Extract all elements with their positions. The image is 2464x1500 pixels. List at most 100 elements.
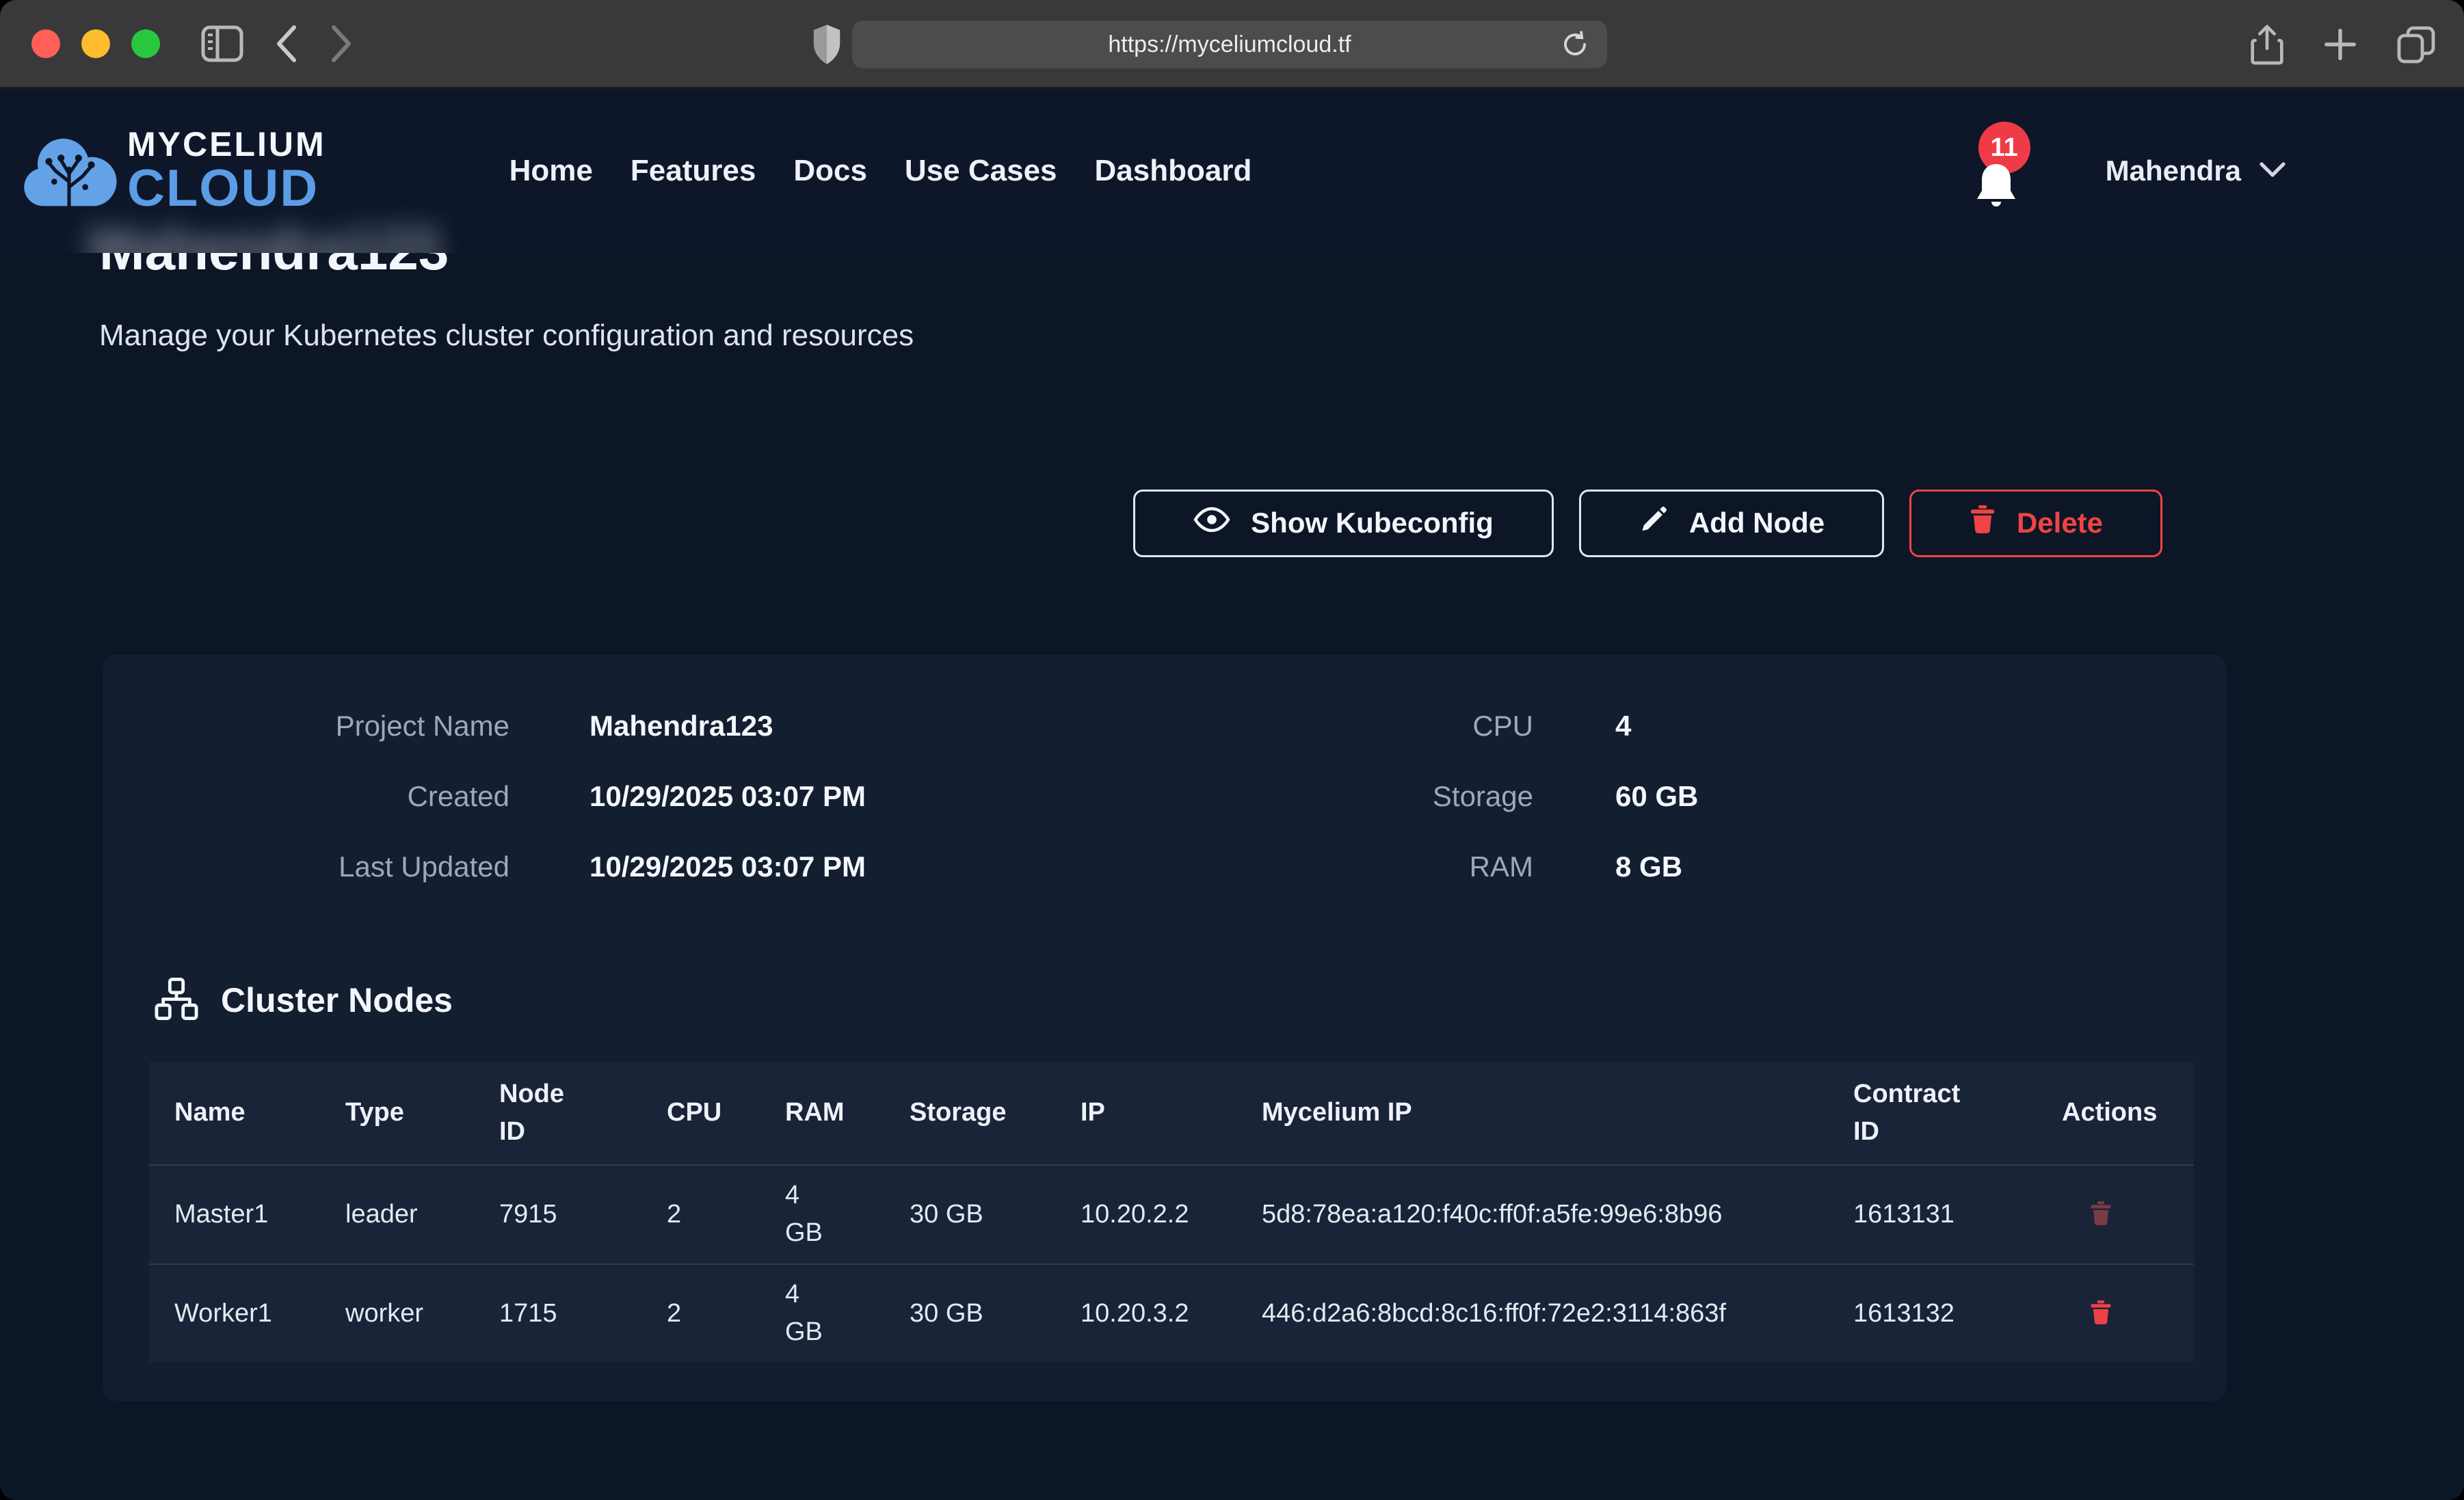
created-value: 10/29/2025 03:07 PM [589,773,866,820]
trash-icon [2089,1299,2112,1328]
eye-icon [1193,506,1230,540]
trash-icon [1969,505,1996,541]
col-header-ram: RAM [760,1094,884,1131]
nav-link-use-cases[interactable]: Use Cases [905,154,1057,188]
bell-icon [1973,160,2019,213]
node-ram: 4 GB [760,1276,884,1351]
new-tab-icon[interactable] [2322,26,2359,63]
node-mycelium-ip: 5d8:78ea:a120:f40c:ff0f:a5fe:99e6:8b96 [1236,1196,1828,1233]
node-ram: 4 GB [760,1177,884,1252]
col-header-storage: Storage [884,1094,1055,1131]
nodes-table-header: Name Type Node ID CPU RAM Storage IP Myc… [149,1062,2194,1164]
col-header-ip: IP [1055,1094,1236,1131]
project-name-label: Project Name [103,703,509,749]
nodes-table: Name Type Node ID CPU RAM Storage IP Myc… [149,1062,2194,1363]
node-ip: 10.20.3.2 [1055,1295,1236,1332]
ram-value: 8 GB [1615,844,1682,890]
trash-icon [2089,1200,2112,1229]
pencil-icon [1639,505,1669,541]
node-type: leader [320,1196,474,1233]
nav-link-home[interactable]: Home [509,154,593,188]
node-storage: 30 GB [884,1295,1055,1332]
node-id: 1715 [474,1295,641,1332]
ram-label: RAM [1224,844,1533,890]
cluster-nodes-title: Cluster Nodes [221,980,453,1020]
minimize-window-button[interactable] [81,29,110,58]
reload-icon[interactable] [1561,30,1589,59]
zoom-window-button[interactable] [131,29,160,58]
node-name: Master1 [149,1196,320,1233]
mycelium-cloud-logo[interactable]: MYCELIUM CLOUD [21,122,326,220]
node-contract-id: 1613131 [1828,1196,2037,1233]
delete-node-button[interactable] [2089,1299,2112,1328]
delete-cluster-button[interactable]: Delete [1909,490,2162,557]
storage-value: 60 GB [1615,773,1698,820]
created-label: Created [103,773,509,820]
cpu-value: 4 [1615,703,1631,749]
node-cpu: 2 [641,1295,760,1332]
nav-link-dashboard[interactable]: Dashboard [1095,154,1252,188]
show-kubeconfig-button[interactable]: Show Kubeconfig [1133,490,1554,557]
table-row: Worker1 worker 1715 2 4 GB 30 GB 10.20.3… [149,1263,2194,1363]
show-kubeconfig-label: Show Kubeconfig [1251,507,1494,539]
node-name: Worker1 [149,1295,320,1332]
logo-word-cloud: CLOUD [127,163,326,215]
nav-links: Home Features Docs Use Cases Dashboard [509,154,1252,188]
page: Mahendra123 [0,89,2464,1500]
cluster-actions: Show Kubeconfig Add Node [0,490,2162,557]
close-window-button[interactable] [31,29,60,58]
col-header-name: Name [149,1094,320,1131]
delete-label: Delete [2017,507,2103,539]
cluster-nodes-icon [154,978,199,1023]
node-type: worker [320,1295,474,1332]
notifications-button[interactable]: 11 [1973,130,2025,212]
back-icon[interactable] [275,25,298,63]
node-mycelium-ip: 446:d2a6:8bcd:8c16:ff0f:72e2:3114:863f [1236,1295,1828,1332]
blurred-title-behind-navbar: Mahendra123 [89,216,438,253]
url-text: https://myceliumcloud.tf [1108,31,1351,58]
forward-icon[interactable] [330,25,353,63]
info-row-last-updated: Last Updated 10/29/2025 03:07 PM [103,844,1224,890]
cluster-details-panel: Project Name Mahendra123 Created 10/29/2… [103,655,2226,1401]
project-name-value: Mahendra123 [589,703,773,749]
node-contract-id: 1613132 [1828,1295,2037,1332]
cpu-label: CPU [1224,703,1533,749]
node-id: 7915 [474,1196,641,1233]
chevron-down-icon [2259,161,2286,182]
share-icon[interactable] [2249,23,2285,66]
node-cpu: 2 [641,1196,760,1233]
table-row: Master1 leader 7915 2 4 GB 30 GB 10.20.2… [149,1164,2194,1263]
info-row-ram: RAM 8 GB [1224,844,2182,890]
tab-overview-icon[interactable] [2396,24,2437,65]
col-header-node-id: Node ID [474,1075,641,1151]
page-subtitle: Manage your Kubernetes cluster configura… [99,319,2464,353]
info-row-cpu: CPU 4 [1224,703,2182,749]
sidebar-toggle-icon[interactable] [201,25,243,62]
delete-node-button[interactable] [2089,1200,2112,1229]
col-header-mycelium-ip: Mycelium IP [1236,1094,1828,1131]
last-updated-value: 10/29/2025 03:07 PM [589,844,866,890]
browser-toolbar: https://myceliumcloud.tf [0,0,2464,89]
browser-window: https://myceliumcloud.tf [0,0,2464,1500]
traffic-lights [31,29,160,58]
add-node-label: Add Node [1689,507,1825,539]
nav-link-features[interactable]: Features [631,154,756,188]
node-ip: 10.20.2.2 [1055,1196,1236,1233]
col-header-cpu: CPU [641,1094,760,1131]
nav-link-docs[interactable]: Docs [793,154,867,188]
info-row-project-name: Project Name Mahendra123 [103,703,1224,749]
user-name: Mahendra [2106,155,2241,187]
user-menu[interactable]: Mahendra [2106,155,2286,187]
node-actions [2037,1299,2194,1328]
add-node-button[interactable]: Add Node [1579,490,1884,557]
node-storage: 30 GB [884,1196,1055,1233]
storage-label: Storage [1224,773,1533,820]
col-header-type: Type [320,1094,474,1131]
privacy-shield-icon[interactable] [811,23,843,66]
address-bar[interactable]: https://myceliumcloud.tf [852,21,1607,68]
info-row-storage: Storage 60 GB [1224,773,2182,820]
col-header-contract-id: Contract ID [1828,1075,2037,1151]
node-actions [2037,1200,2194,1229]
top-navbar: Mahendra123 [0,89,2464,253]
cloud-logo-icon [21,122,118,220]
